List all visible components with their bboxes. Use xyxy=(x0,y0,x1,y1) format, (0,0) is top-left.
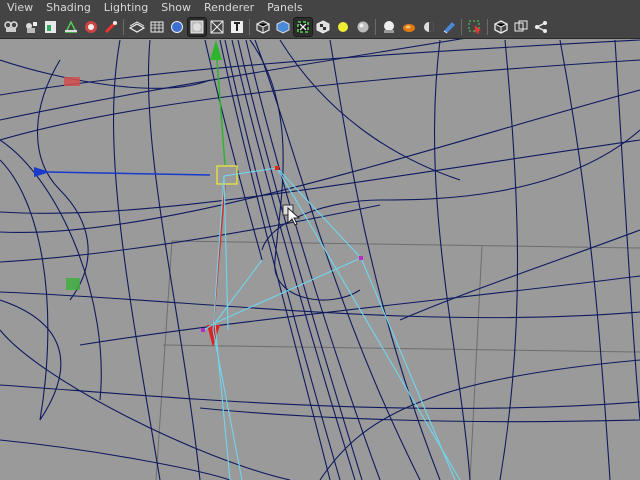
toolbar-separator xyxy=(458,18,464,36)
grid-toggle-icon[interactable] xyxy=(82,18,100,36)
wireframe-mode-icon[interactable] xyxy=(128,18,146,36)
select-camera-icon[interactable] xyxy=(466,18,484,36)
xray-joints-icon[interactable] xyxy=(274,18,292,36)
sphere-light-icon[interactable] xyxy=(354,18,372,36)
camera-attributes-icon[interactable] xyxy=(22,18,40,36)
menu-lighting[interactable]: Lighting xyxy=(97,0,148,16)
menu-show[interactable]: Show xyxy=(154,0,191,16)
menu-shading[interactable]: Shading xyxy=(39,0,91,16)
use-all-lights-icon[interactable] xyxy=(208,18,226,36)
3d-viewport[interactable] xyxy=(0,39,640,480)
cv-point[interactable] xyxy=(201,328,205,332)
isolate-select-icon[interactable] xyxy=(293,17,313,37)
menu-panels[interactable]: Panels xyxy=(260,0,302,16)
single-view-icon[interactable] xyxy=(492,18,510,36)
default-light-icon[interactable] xyxy=(334,18,352,36)
share-icon[interactable] xyxy=(532,18,550,36)
cv-point[interactable] xyxy=(275,166,279,170)
xray-icon[interactable] xyxy=(254,18,272,36)
toolbar-separator xyxy=(246,18,252,36)
smooth-shade-icon[interactable] xyxy=(148,18,166,36)
toolbar-separator xyxy=(372,18,378,36)
menu-view[interactable]: View xyxy=(0,0,33,16)
menu-renderer[interactable]: Renderer xyxy=(197,0,254,16)
x-axis-arrow-icon[interactable] xyxy=(34,167,50,177)
ground-grid xyxy=(155,240,640,480)
wireframe-on-shaded-icon[interactable] xyxy=(168,18,186,36)
cv-point[interactable] xyxy=(359,256,363,260)
menu-bar: View Shading Lighting Show Renderer Pane… xyxy=(0,0,640,16)
camera-select-icon[interactable] xyxy=(2,18,20,36)
textures-icon[interactable] xyxy=(314,18,332,36)
multisample-icon[interactable] xyxy=(440,18,458,36)
toolbar-separator xyxy=(484,18,490,36)
move-manipulator[interactable] xyxy=(34,40,238,347)
textured-icon[interactable] xyxy=(187,17,207,37)
shadows-icon[interactable] xyxy=(228,18,246,36)
motion-blur-icon[interactable] xyxy=(420,18,438,36)
two-view-icon[interactable] xyxy=(512,18,530,36)
bookmark-icon[interactable] xyxy=(42,18,60,36)
green-locator-marker[interactable] xyxy=(66,278,80,290)
toolbar-separator xyxy=(120,18,126,36)
nurbs-curve-network[interactable] xyxy=(0,39,640,480)
high-quality-icon[interactable] xyxy=(380,18,398,36)
film-gate-icon[interactable] xyxy=(102,18,120,36)
ambient-occlusion-icon[interactable] xyxy=(400,18,418,36)
red-locator-marker[interactable] xyxy=(64,77,80,86)
image-plane-icon[interactable] xyxy=(62,18,80,36)
panel-toolbar xyxy=(0,16,640,39)
